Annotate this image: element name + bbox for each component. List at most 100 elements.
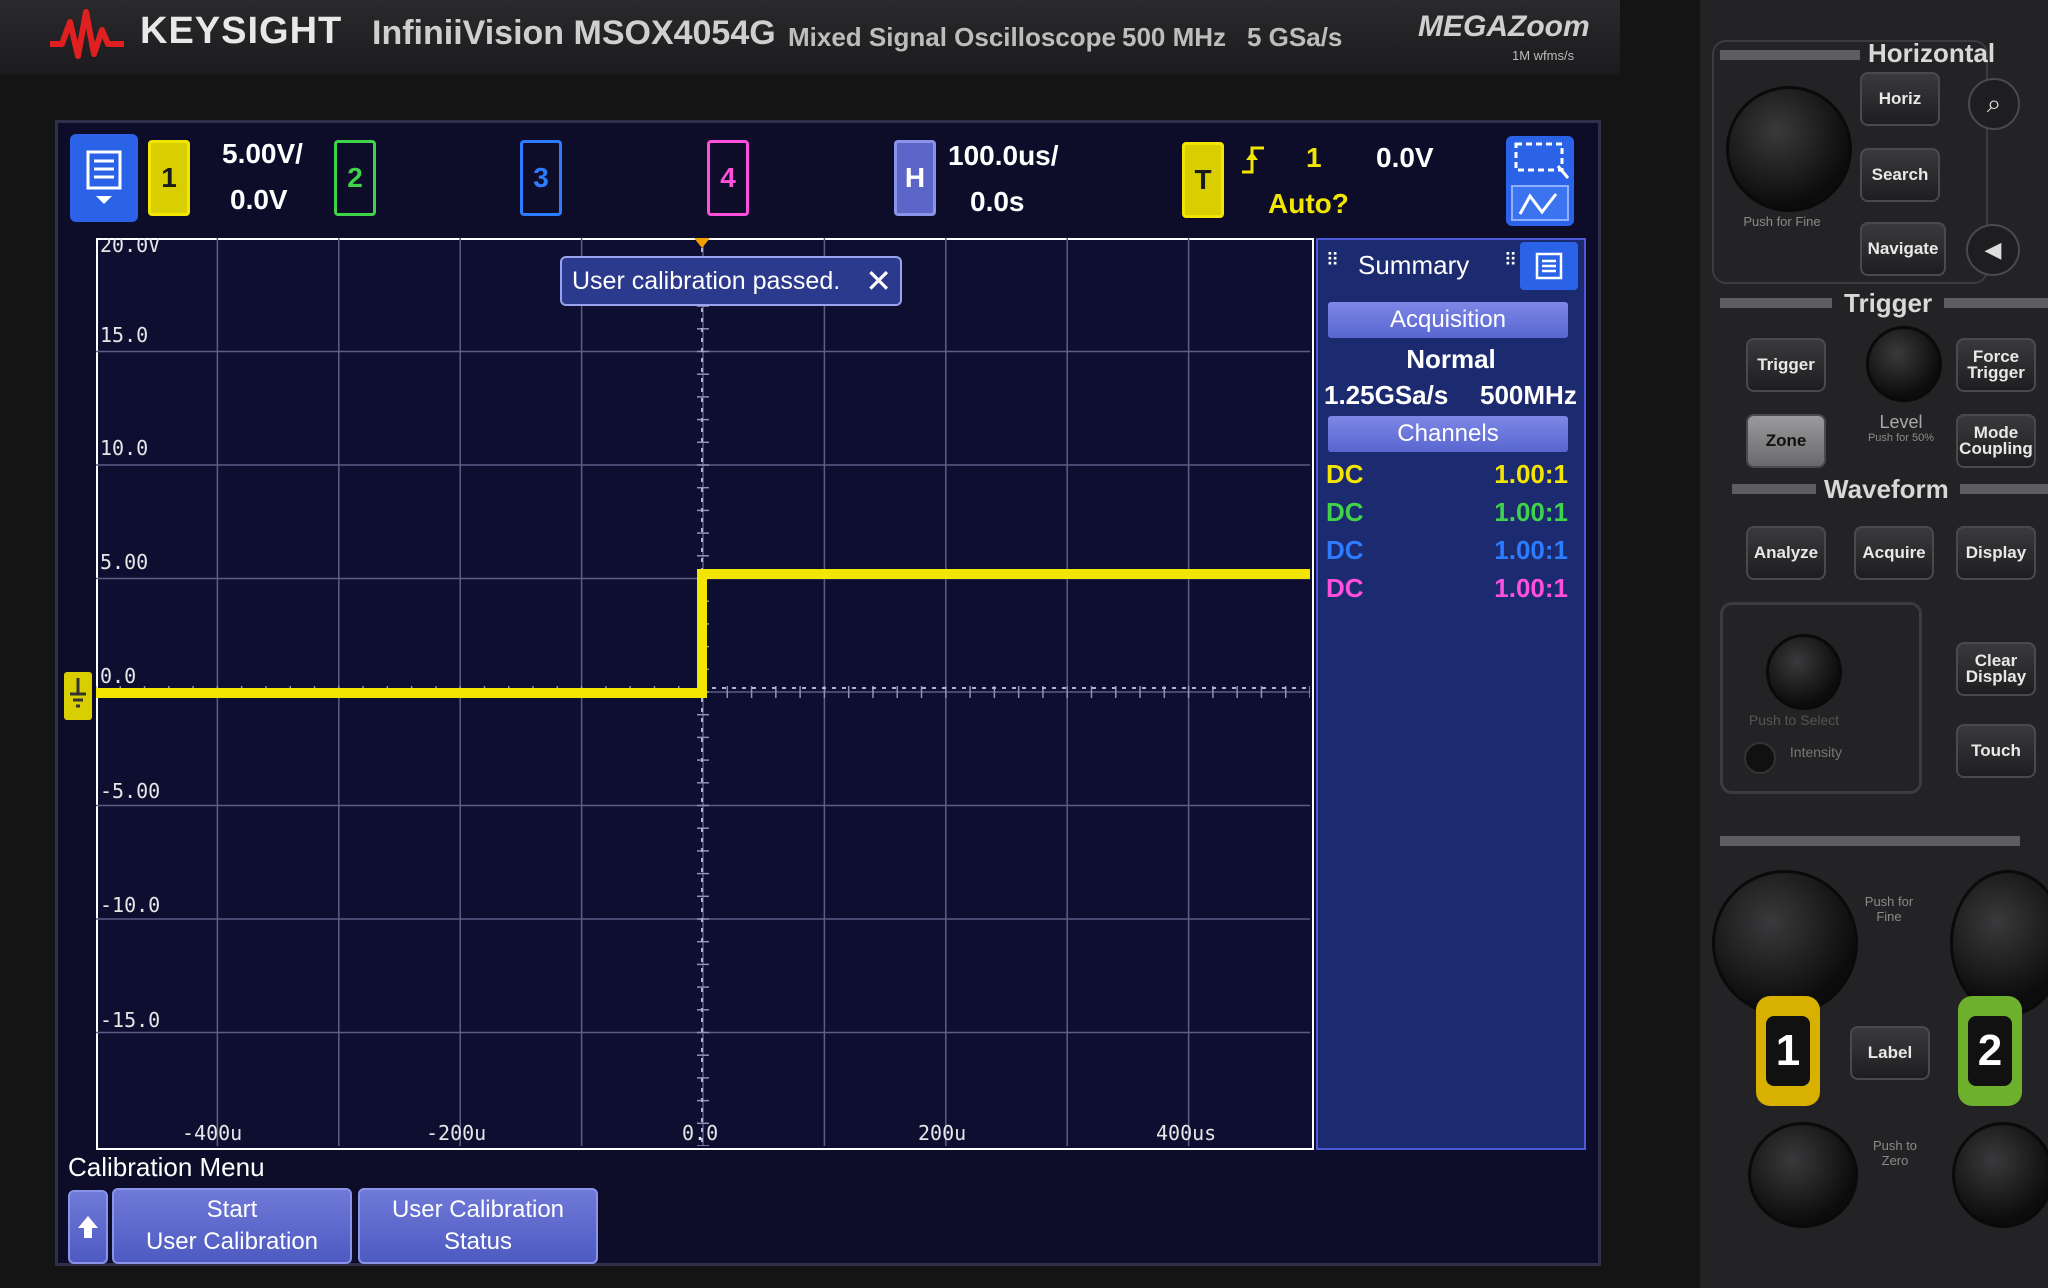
section-bar	[1720, 836, 2020, 846]
summary-menu-button[interactable]	[1520, 242, 1578, 290]
navigate-button[interactable]: Navigate	[1860, 222, 1946, 276]
push-for-fine-label: Push for Fine	[1864, 894, 1914, 924]
force-line2: Trigger	[1967, 363, 2025, 382]
channel-2-key-label: 2	[1968, 1016, 2012, 1086]
waveform-display[interactable]: 20.0V 15.0 10.0 5.00 0.0 -5.00 -10.0 -15…	[96, 238, 1310, 1146]
model-name: InfiniiVision MSOX4054G	[372, 14, 776, 52]
channel-1-scale-knob[interactable]	[1712, 870, 1858, 1016]
push-to-select-label: Push to Select	[1748, 712, 1840, 728]
summary-panel: ⠿ Summary ⠿ Acquisition Normal 1.25GSa/s…	[1316, 238, 1586, 1150]
channel-4-indicator[interactable]: 4	[707, 140, 749, 216]
acquisition-bandwidth: 500MHz	[1480, 380, 1577, 410]
ch1-coupling: DC	[1326, 458, 1364, 489]
horiz-button[interactable]: Horiz	[1860, 72, 1940, 126]
megazoom-logo: MEGAZoom	[1418, 10, 1590, 43]
menu-title: Calibration Menu	[68, 1152, 265, 1182]
ch3-coupling: DC	[1326, 534, 1364, 565]
sample-rate-spec: 5 GSa/s	[1247, 22, 1343, 52]
section-bar	[1732, 484, 1816, 494]
channel-2-position-knob[interactable]	[1952, 1122, 2048, 1228]
navigate-back-icon[interactable]: ◀	[1966, 224, 2020, 276]
channel-2-key[interactable]: 2	[1958, 996, 2022, 1106]
force-trigger-button[interactable]: Force Trigger	[1956, 338, 2036, 392]
acquire-button[interactable]: Acquire	[1854, 526, 1934, 580]
acquisition-sample-rate: 1.25GSa/s	[1324, 380, 1449, 410]
clear-line2: Display	[1965, 667, 2027, 686]
user-calibration-status-button[interactable]: User Calibration Status	[358, 1188, 598, 1264]
analyze-button[interactable]: Analyze	[1746, 526, 1826, 580]
intensity-button[interactable]	[1744, 742, 1776, 774]
section-bar	[1944, 298, 2048, 308]
ch1-scale[interactable]: 5.00V/	[222, 138, 303, 170]
clear-display-button[interactable]: Clear Display	[1956, 642, 2036, 696]
menu-back-button[interactable]	[68, 1190, 108, 1264]
ch1-offset[interactable]: 0.0V	[230, 184, 288, 216]
mode-coupling-button[interactable]: Mode Coupling	[1956, 414, 2036, 468]
trigger-level[interactable]: 0.0V	[1376, 142, 1434, 174]
section-bar	[1960, 484, 2048, 494]
main-menu-button[interactable]	[70, 134, 138, 222]
label-button[interactable]: Label	[1850, 1026, 1930, 1080]
touch-button[interactable]: Touch	[1956, 724, 2036, 778]
calibration-notification: User calibration passed. ✕	[560, 256, 902, 306]
ch1-ground-marker[interactable]	[64, 672, 92, 720]
x-label-1: -200u	[426, 1121, 486, 1145]
model-description: Mixed Signal Oscilloscope	[788, 22, 1116, 52]
summary-title: Summary	[1358, 250, 1470, 280]
channel-1-indicator[interactable]: 1	[148, 140, 190, 216]
touch-mode-button[interactable]	[1506, 136, 1574, 226]
menu-list-icon	[86, 150, 122, 204]
ch2-coupling: DC	[1326, 496, 1364, 527]
channel-1-position-knob[interactable]	[1748, 1122, 1858, 1228]
search-button[interactable]: Search	[1860, 148, 1940, 202]
mode-line2: Coupling	[1959, 439, 2033, 458]
channel-2-indicator[interactable]: 2	[334, 140, 376, 216]
channel-row-1: DC 1.00:1	[1326, 456, 1568, 492]
entry-knob[interactable]	[1766, 634, 1842, 710]
trigger-mode[interactable]: Auto?	[1268, 188, 1349, 220]
time-delay[interactable]: 0.0s	[970, 186, 1025, 218]
level-sub-label: Push for 50%	[1867, 432, 1935, 444]
horizontal-scale-knob[interactable]	[1726, 86, 1852, 212]
section-bar	[1720, 298, 1832, 308]
keysight-logo-icon	[50, 9, 124, 59]
y-label-1: 15.0	[100, 323, 148, 347]
channel-row-4: DC 1.00:1	[1326, 570, 1568, 606]
y-label-5: -5.00	[100, 779, 160, 803]
trigger-indicator[interactable]: T	[1182, 142, 1224, 218]
trigger-source[interactable]: 1	[1306, 142, 1322, 174]
drag-handle-icon[interactable]: ⠿	[1504, 250, 1517, 271]
intensity-label: Intensity	[1789, 744, 1843, 760]
acquisition-mode: Normal	[1406, 344, 1496, 374]
mode-coupling-label: Mode Coupling	[1959, 424, 2033, 458]
y-label-7: -15.0	[100, 1008, 160, 1032]
acquisition-header: Acquisition	[1328, 302, 1568, 338]
horizontal-section-label: Horizontal	[1868, 38, 1996, 68]
horizontal-indicator[interactable]: H	[894, 140, 936, 216]
channel-3-indicator[interactable]: 3	[520, 140, 562, 216]
channel-1-key-label: 1	[1766, 1016, 1810, 1086]
zoom-box-icon	[1511, 142, 1570, 221]
level-label: Level	[1879, 412, 1923, 432]
zoom-search-icon[interactable]: ⌕	[1968, 78, 2020, 130]
x-label-4: 400us	[1156, 1121, 1216, 1145]
force-trigger-label: Force Trigger	[1967, 348, 2025, 382]
time-scale[interactable]: 100.0us/	[948, 140, 1059, 172]
drag-handle-icon[interactable]: ⠿	[1326, 250, 1339, 271]
trigger-button[interactable]: Trigger	[1746, 338, 1826, 392]
x-label-0: -400u	[182, 1121, 242, 1145]
channel-1-key[interactable]: 1	[1756, 996, 1820, 1106]
notification-message: User calibration passed.	[572, 266, 841, 295]
trigger-position-marker[interactable]	[694, 238, 710, 248]
channel-row-3: DC 1.00:1	[1326, 532, 1568, 568]
close-icon[interactable]: ✕	[865, 262, 892, 300]
ch4-probe: 1.00:1	[1494, 572, 1568, 603]
ch2-probe: 1.00:1	[1494, 496, 1568, 527]
start-user-calibration-button[interactable]: Start User Calibration	[112, 1188, 352, 1264]
display-button[interactable]: Display	[1956, 526, 2036, 580]
brand-name: KEYSIGHT	[140, 10, 343, 52]
zone-button[interactable]: Zone	[1746, 414, 1826, 468]
menu-list-icon	[1535, 252, 1563, 280]
bandwidth-spec: 500 MHz	[1122, 22, 1227, 52]
trigger-level-knob[interactable]	[1866, 326, 1942, 402]
